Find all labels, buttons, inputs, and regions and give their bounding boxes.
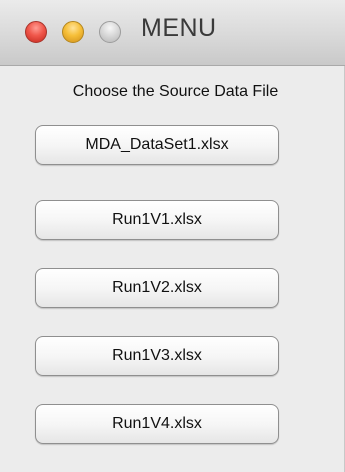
menu-window: MENU Choose the Source Data File MDA_Dat…: [0, 0, 345, 472]
file-button-run1v4[interactable]: Run1V4.xlsx: [35, 404, 279, 444]
file-button-run1v2[interactable]: Run1V2.xlsx: [35, 268, 279, 308]
zoom-icon[interactable]: [99, 21, 121, 43]
file-button-run1v3[interactable]: Run1V3.xlsx: [35, 336, 279, 376]
title-bar[interactable]: MENU: [0, 0, 345, 66]
close-icon[interactable]: [25, 21, 47, 43]
minimize-icon[interactable]: [62, 21, 84, 43]
window-title: MENU: [141, 14, 217, 42]
file-button-mda-dataset1[interactable]: MDA_DataSet1.xlsx: [35, 125, 279, 165]
prompt-label: Choose the Source Data File: [72, 83, 279, 100]
file-button-run1v1[interactable]: Run1V1.xlsx: [35, 200, 279, 240]
